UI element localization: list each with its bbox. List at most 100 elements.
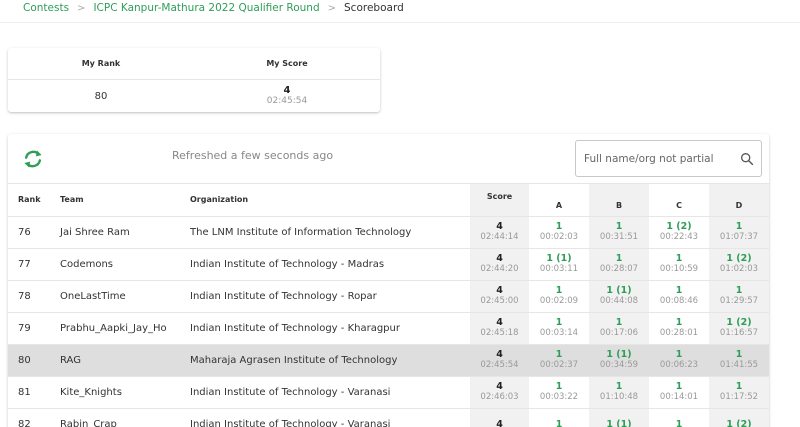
problem-time: 00:06:23: [659, 360, 699, 370]
problem-time: 00:28:07: [599, 264, 639, 274]
row-rank: 78: [8, 280, 50, 313]
row-score: 4 02:45:54: [470, 344, 529, 377]
problem-time: 01:07:37: [719, 232, 759, 242]
row-problem-a: 1 00:02:09: [529, 280, 589, 313]
row-score: 4 02:45:00: [470, 280, 529, 313]
breadcrumb-current: Scoreboard: [344, 2, 404, 14]
scoreboard-card: Refreshed a few seconds ago Rank Team Or…: [8, 134, 769, 427]
problem-time: 01:16:57: [719, 328, 759, 338]
problem-result: 1: [675, 418, 683, 427]
problem-time: 00:08:46: [659, 296, 699, 306]
breadcrumb-contests[interactable]: Contests: [23, 2, 69, 14]
problem-result: 1: [615, 381, 623, 392]
row-problem-c: 1 00:14:01: [649, 376, 709, 409]
breadcrumb-contest[interactable]: ICPC Kanpur-Mathura 2022 Qualifier Round: [93, 2, 319, 14]
problem-time: 01:17:52: [719, 392, 759, 402]
problem-result: 1 (1): [606, 285, 632, 296]
problem-time: 00:34:59: [599, 360, 639, 370]
row-organization: The LNM Institute of Information Technol…: [180, 216, 470, 249]
row-problem-d: 1 (2): [709, 408, 769, 427]
my-rank-value: 80: [94, 90, 108, 102]
col-rank: Rank: [8, 184, 50, 217]
row-score: 4 02:44:20: [470, 248, 529, 281]
refresh-icon[interactable]: [22, 148, 44, 170]
my-score-value: 4: [283, 85, 291, 96]
score-value: 4: [496, 381, 503, 392]
problem-time: 00:28:01: [659, 328, 699, 338]
row-problem-b: 1 00:17:06: [589, 312, 649, 345]
problem-time: 00:02:37: [539, 360, 579, 370]
row-problem-c: 1 00:10:59: [649, 248, 709, 281]
row-problem-d: 1 01:41:55: [709, 344, 769, 377]
problem-result: 1: [555, 285, 563, 296]
row-team[interactable]: OneLastTime: [50, 280, 180, 313]
problem-time: 00:44:08: [599, 296, 639, 306]
row-problem-b: 1 00:28:07: [589, 248, 649, 281]
score-time: 02:45:00: [480, 296, 519, 306]
row-organization: Indian Institute of Technology - Varanas…: [180, 408, 470, 427]
problem-result: 1 (2): [726, 418, 752, 427]
row-rank: 82: [8, 408, 50, 427]
score-time: 02:44:14: [480, 232, 519, 242]
search-icon[interactable]: [740, 152, 754, 166]
problem-time: 00:03:22: [539, 392, 579, 402]
team-search-box: [575, 140, 762, 177]
problem-time: 00:02:09: [539, 296, 579, 306]
col-problem-c[interactable]: C: [649, 184, 709, 217]
problem-time: 00:17:06: [599, 328, 639, 338]
row-organization: Indian Institute of Technology - Ropar: [180, 280, 470, 313]
table-row: 76 Jai Shree Ram The LNM Institute of Info…: [8, 216, 769, 249]
breadcrumb: Contests > ICPC Kanpur-Mathura 2022 Qual…: [23, 2, 404, 14]
problem-result: 1: [675, 349, 683, 360]
team-search-input[interactable]: [584, 150, 734, 168]
row-team[interactable]: Codemons: [50, 248, 180, 281]
col-problem-b[interactable]: B: [589, 184, 649, 217]
row-team[interactable]: Jai Shree Ram: [50, 216, 180, 249]
problem-result: 1: [555, 381, 563, 392]
row-team[interactable]: Prabhu_Aapki_Jay_Ho: [50, 312, 180, 345]
score-time: 02:46:03: [480, 392, 519, 402]
problem-time: 00:31:51: [599, 232, 639, 242]
row-problem-a: 1 00:02:37: [529, 344, 589, 377]
row-problem-a: 1 00:03:22: [529, 376, 589, 409]
col-problem-a[interactable]: A: [529, 184, 589, 217]
row-problem-b: 1 01:10:48: [589, 376, 649, 409]
problem-result: 1: [735, 349, 743, 360]
problem-result: 1: [615, 221, 623, 232]
scoreboard-toolbar: Refreshed a few seconds ago: [8, 134, 769, 184]
problem-time: 00:10:59: [659, 264, 699, 274]
scoreboard-table: Rank Team Organization Score A B C D 76 J…: [8, 184, 769, 427]
problem-result: 1 (1): [606, 349, 632, 360]
col-problem-d[interactable]: D: [709, 184, 769, 217]
my-score-time: 02:45:54: [266, 96, 308, 106]
row-problem-c: 1 (2) 00:22:43: [649, 216, 709, 249]
problem-result: 1: [555, 349, 563, 360]
score-value: 4: [496, 221, 503, 232]
row-team[interactable]: RAG: [50, 344, 180, 377]
score-value: 4: [496, 253, 503, 264]
row-team[interactable]: Kite_Knights: [50, 376, 180, 409]
row-organization: Maharaja Agrasen Institute of Technology: [180, 344, 470, 377]
problem-result: 1: [675, 285, 683, 296]
row-problem-c: 1 00:28:01: [649, 312, 709, 345]
row-rank: 76: [8, 216, 50, 249]
problem-result: 1: [735, 285, 743, 296]
col-organization: Organization: [180, 184, 470, 217]
problem-time: 00:22:43: [659, 232, 699, 242]
problem-result: 1 (1): [606, 418, 632, 427]
row-score: 4 02:45:18: [470, 312, 529, 345]
problem-result: 1: [615, 317, 623, 328]
score-time: 02:45:18: [480, 328, 519, 338]
row-team[interactable]: Rabin_Crap: [50, 408, 180, 427]
row-problem-d: 1 (2) 01:16:57: [709, 312, 769, 345]
row-score: 4 02:46:03: [470, 376, 529, 409]
score-value: 4: [496, 285, 503, 296]
problem-result: 1: [675, 253, 683, 264]
row-problem-b: 1 (1) 00:34:59: [589, 344, 649, 377]
row-problem-b: 1 00:31:51: [589, 216, 649, 249]
row-problem-c: 1 00:06:23: [649, 344, 709, 377]
row-problem-a: 1: [529, 408, 589, 427]
row-problem-d: 1 01:17:52: [709, 376, 769, 409]
row-rank: 79: [8, 312, 50, 345]
problem-result: 1 (2): [726, 253, 752, 264]
